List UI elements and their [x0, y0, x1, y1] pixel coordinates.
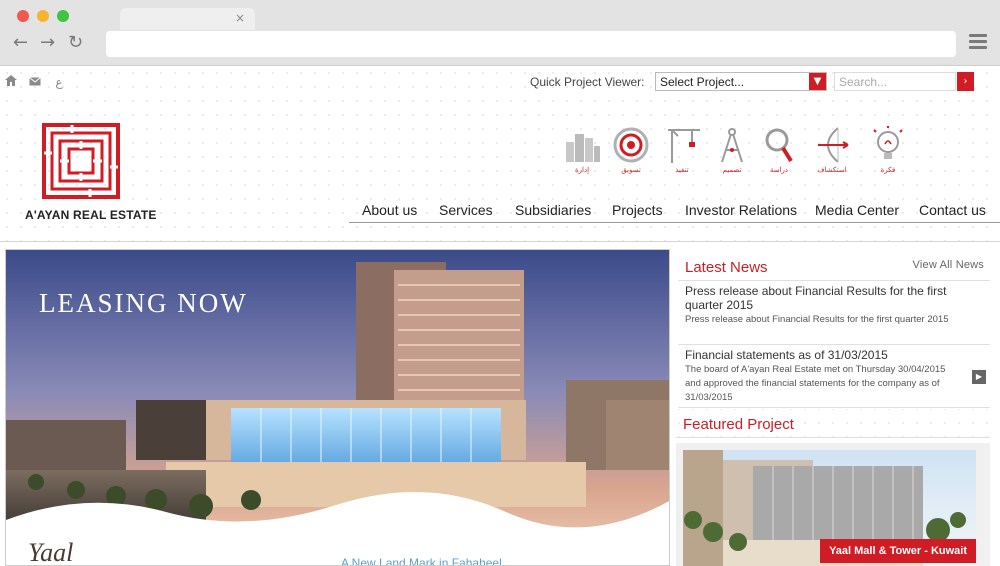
divider	[678, 407, 990, 408]
news-desc: Press release about Financial Results fo…	[685, 314, 949, 325]
hero-title: LEASING NOW	[39, 288, 248, 318]
forward-icon[interactable]: →	[40, 33, 55, 53]
featured-project-heading: Featured Project	[683, 416, 794, 433]
header-divider	[0, 241, 1000, 242]
stage-item[interactable]: إدارة	[560, 126, 604, 174]
stage-item[interactable]: استكشاف	[810, 126, 854, 174]
nav-subsidiaries[interactable]: Subsidiaries	[515, 202, 591, 218]
hero-script-logo: Yaal	[28, 538, 74, 566]
stage-item[interactable]: دراسة	[757, 126, 801, 174]
stage-label: فكرة	[880, 167, 896, 174]
news-item[interactable]: Press release about Financial Results fo…	[685, 284, 960, 327]
stage-item[interactable]: تسويق	[609, 126, 653, 174]
news-title[interactable]: Press release about Financial Results fo…	[685, 284, 960, 312]
quick-project-value: Select Project...	[660, 75, 745, 89]
menu-icon[interactable]	[969, 34, 987, 50]
arrow-right-icon[interactable]: ▶	[972, 370, 986, 384]
page: ع Quick Project Viewer: Select Project..…	[0, 66, 1000, 566]
top-links: ع	[5, 75, 65, 89]
nav-investor-relations[interactable]: Investor Relations	[685, 202, 797, 218]
lightbulb-icon	[873, 126, 903, 159]
search-button[interactable]: ›	[957, 72, 974, 91]
magnifier-icon	[765, 128, 793, 163]
divider	[676, 437, 990, 438]
hero-subtitle: A New Land Mark in Fahaheel	[341, 556, 502, 566]
latest-news-heading: Latest News	[685, 259, 768, 276]
nav-media-center[interactable]: Media Center	[815, 202, 899, 218]
stage-item[interactable]: تصميم	[710, 126, 754, 174]
stage-label: إدارة	[574, 167, 590, 174]
featured-project-image[interactable]: Yaal Mall & Tower - Kuwait	[683, 450, 976, 566]
quick-project-label: Quick Project Viewer:	[530, 75, 645, 89]
reload-icon[interactable]: ↻	[68, 33, 83, 53]
home-icon[interactable]	[5, 75, 17, 89]
quick-project-select[interactable]: Select Project... ▼	[655, 72, 827, 91]
hero-banner[interactable]: LEASING NOW Yaal A New Land Mark in Faha…	[5, 249, 670, 566]
bow-icon	[818, 127, 849, 163]
logo-text: A'AYAN REAL ESTATE	[25, 208, 157, 222]
stage-label: استكشاف	[817, 167, 847, 174]
news-title[interactable]: Financial statements as of 31/03/2015	[685, 348, 960, 362]
stage-label: تصميم	[722, 167, 742, 174]
stage-label: تسويق	[621, 167, 641, 174]
nav-projects[interactable]: Projects	[612, 202, 663, 218]
target-icon	[613, 127, 649, 163]
latest-news-panel: Latest News View All News Press release …	[678, 249, 990, 409]
view-all-news-link[interactable]: View All News	[913, 259, 984, 271]
address-bar[interactable]	[106, 31, 956, 57]
news-item[interactable]: Financial statements as of 31/03/2015 Th…	[685, 348, 960, 405]
stage-label: تنفيذ	[675, 167, 689, 174]
browser-tab[interactable]: ×	[120, 8, 255, 30]
buildings-icon	[566, 134, 600, 162]
nav-about-us[interactable]: About us	[362, 202, 417, 218]
back-icon[interactable]: ←	[13, 33, 28, 53]
crane-icon	[668, 129, 700, 163]
maximize-window-button[interactable]	[57, 10, 69, 22]
browser-chrome: × ← → ↻	[0, 0, 1000, 66]
minimize-window-button[interactable]	[37, 10, 49, 22]
compass-icon	[721, 128, 743, 163]
divider	[678, 280, 990, 281]
nav-services[interactable]: Services	[439, 202, 493, 218]
nav-contact-us[interactable]: Contact us	[919, 202, 986, 218]
close-window-button[interactable]	[17, 10, 29, 22]
featured-project-label[interactable]: Yaal Mall & Tower - Kuwait	[820, 539, 976, 563]
tab-close-icon[interactable]: ×	[235, 11, 245, 25]
language-toggle[interactable]: ع	[53, 75, 65, 89]
logo[interactable]	[42, 123, 120, 199]
stage-item[interactable]: تنفيذ	[660, 126, 704, 174]
mail-icon[interactable]	[29, 75, 41, 89]
stage-icons: إدارة تسويق تنفيذ تصميم دراسة استكشاف فك…	[560, 126, 910, 186]
stage-label: دراسة	[769, 167, 789, 174]
search-input[interactable]: Search...	[834, 72, 956, 91]
main-nav: About us Services Subsidiaries Projects …	[349, 197, 1000, 223]
divider	[678, 344, 990, 345]
chevron-down-icon[interactable]: ▼	[809, 73, 826, 90]
news-desc: The board of A'ayan Real Estate met on T…	[685, 364, 946, 403]
featured-project-card[interactable]: Yaal Mall & Tower - Kuwait	[676, 443, 990, 566]
stage-item[interactable]: فكرة	[866, 126, 910, 174]
